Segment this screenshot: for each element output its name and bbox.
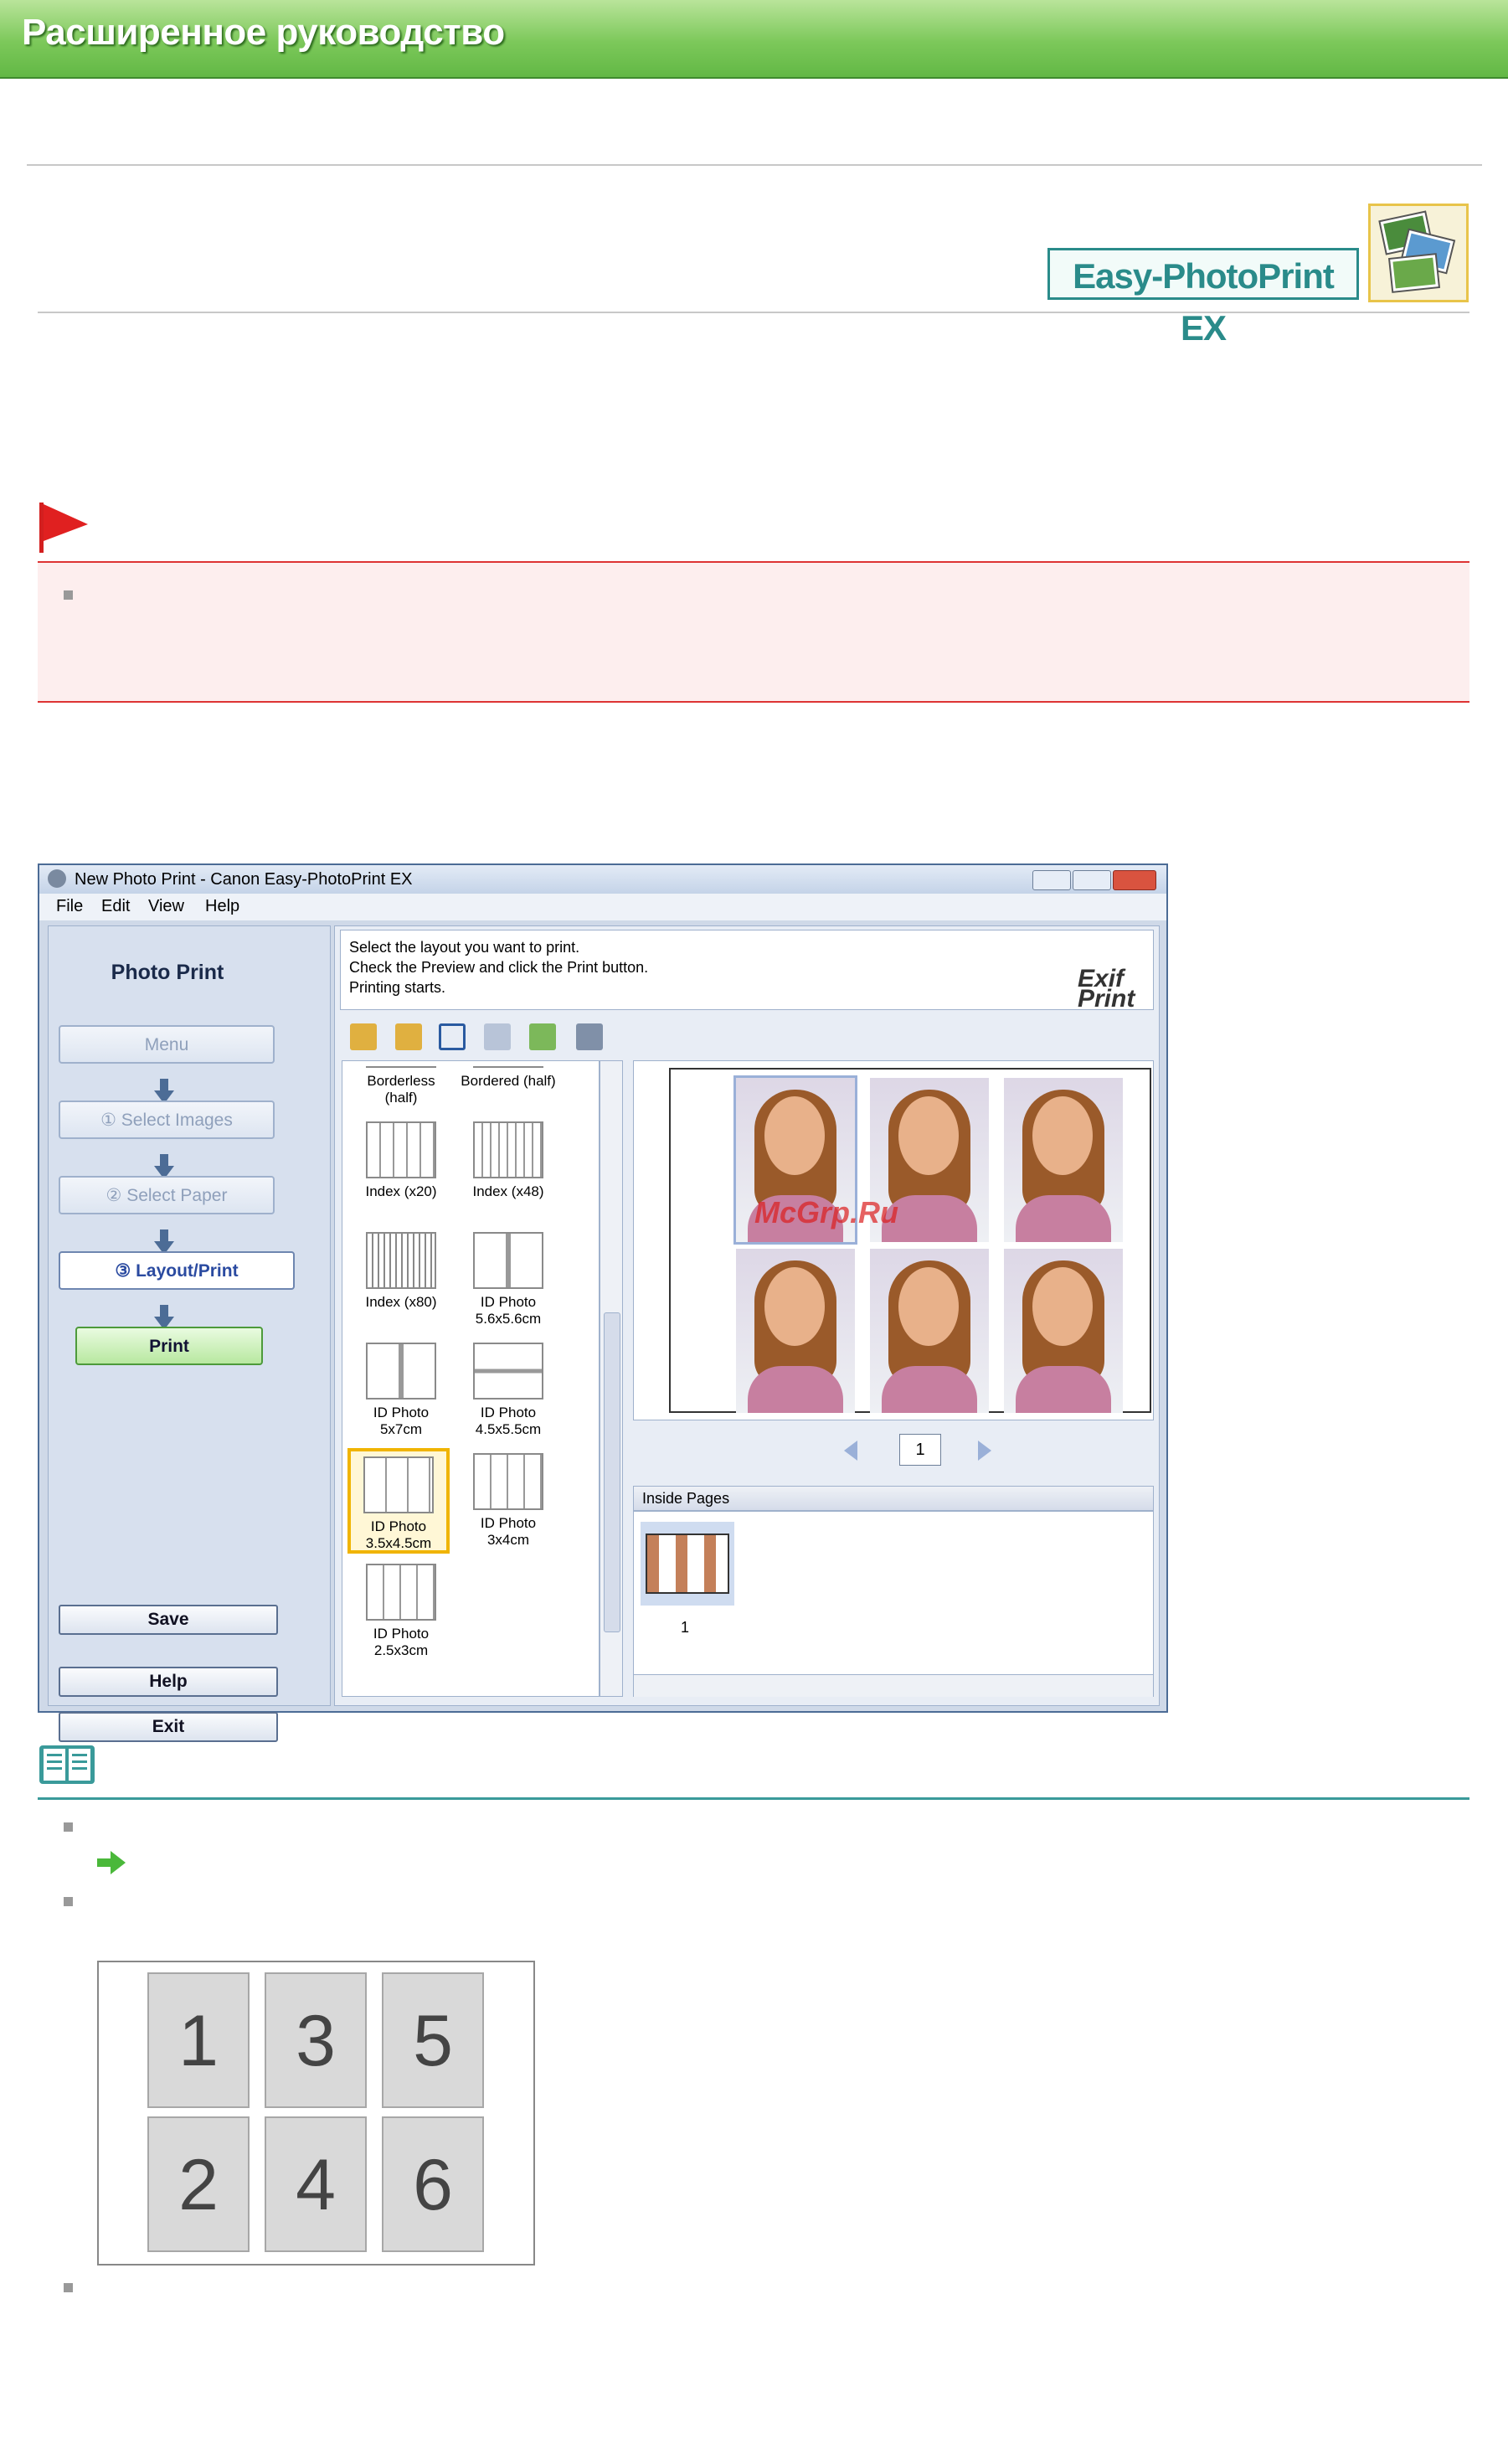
divider [38, 312, 1469, 313]
layout-list: Borderless (half) Bordered (half) Index … [342, 1060, 600, 1697]
layout-scrollbar[interactable] [600, 1060, 623, 1697]
help-button[interactable]: Help [59, 1667, 278, 1697]
step-select-images-button[interactable]: ① Select Images [59, 1101, 275, 1139]
sidebar-title: Photo Print [111, 961, 224, 984]
link-arrow-icon[interactable] [97, 1851, 126, 1879]
layout-id-5-6x5-6[interactable]: ID Photo 5.6x5.6cm [460, 1232, 557, 1333]
print-settings-icon[interactable] [576, 1023, 603, 1050]
app-icon [48, 869, 66, 888]
menu-view[interactable]: View [148, 897, 184, 916]
bullet [64, 2283, 73, 2292]
header-banner: Расширенное руководство [0, 0, 1508, 79]
step-menu-button[interactable]: Menu [59, 1025, 275, 1064]
note-book-icon [38, 1740, 96, 1791]
instruction-line: Check the Preview and click the Print bu… [349, 959, 649, 976]
order-cell: 6 [382, 2116, 484, 2252]
frame-icon[interactable] [484, 1023, 511, 1050]
instruction-line: Printing starts. [349, 979, 446, 996]
page-thumbnail[interactable] [641, 1522, 734, 1606]
toolbar [338, 1017, 1155, 1055]
order-cell: 3 [265, 1972, 367, 2108]
photo[interactable] [736, 1249, 855, 1413]
rotate-right-icon[interactable] [395, 1023, 422, 1050]
layout-index-x20[interactable]: Index (x20) [353, 1121, 450, 1222]
layout-id-3-5x4-5-selected[interactable]: ID Photo 3.5x4.5cm [347, 1448, 450, 1554]
sidebar: Photo Print Menu ① Select Images ② Selec… [48, 925, 331, 1742]
order-cell: 5 [382, 1972, 484, 2108]
caution-box [38, 561, 1469, 703]
photo[interactable] [870, 1249, 989, 1413]
close-button[interactable] [1113, 870, 1156, 890]
bullet [64, 1897, 73, 1906]
bullet [64, 590, 73, 600]
menu-file[interactable]: File [56, 897, 83, 916]
app-window: New Photo Print - Canon Easy-PhotoPrint … [38, 863, 1168, 1742]
caution-flag-icon [38, 501, 91, 559]
menu-bar: File Edit View Help [39, 894, 1166, 920]
instructions-panel: Select the layout you want to print. Che… [340, 930, 1154, 1013]
horizontal-scrollbar[interactable] [634, 1674, 1153, 1697]
rotate-left-icon[interactable] [350, 1023, 377, 1050]
menu-edit[interactable]: Edit [101, 897, 130, 916]
save-button[interactable]: Save [59, 1605, 278, 1635]
exif-print-logo: Exif Print [1078, 965, 1135, 1013]
watermark: McGrp.Ru [754, 1195, 899, 1229]
inside-pages-header: Inside Pages [633, 1486, 1154, 1511]
print-order-diagram: 1 3 5 2 4 6 [97, 1961, 535, 2266]
scrollbar-thumb[interactable] [604, 1312, 620, 1632]
layout-index-x80[interactable]: Index (x80) [353, 1232, 450, 1333]
page-number: 1 [899, 1434, 941, 1466]
step-layout-print-button[interactable]: ③ Layout/Print [59, 1251, 295, 1290]
order-cell: 2 [147, 2116, 250, 2252]
thumbnail-label: 1 [681, 1619, 690, 1636]
photo[interactable] [1004, 1249, 1123, 1413]
inside-pages-panel: 1 [633, 1511, 1154, 1697]
photo[interactable] [1004, 1078, 1123, 1242]
layout-id-4-5x5-5[interactable]: ID Photo 4.5x5.5cm [460, 1343, 557, 1443]
main-content: Select the layout you want to print. Che… [334, 925, 1160, 1706]
crop-icon[interactable] [439, 1023, 466, 1050]
layout-index-x48[interactable]: Index (x48) [460, 1121, 557, 1222]
layout-id-5x7[interactable]: ID Photo 5x7cm [353, 1343, 450, 1443]
correct-image-icon[interactable] [529, 1023, 556, 1050]
layout-id-3x4[interactable]: ID Photo 3x4cm [460, 1453, 557, 1554]
window-title: New Photo Print - Canon Easy-PhotoPrint … [75, 870, 413, 889]
page-navigator: 1 [633, 1424, 1154, 1479]
page-title: Расширенное руководство [22, 12, 505, 53]
minimize-button[interactable] [1032, 870, 1071, 890]
exit-button[interactable]: Exit [59, 1712, 278, 1742]
preview-area: McGrp.Ru [633, 1060, 1154, 1420]
bullet [64, 1822, 73, 1832]
preview-page: McGrp.Ru [669, 1068, 1151, 1413]
divider [27, 164, 1482, 166]
menu-help[interactable]: Help [205, 897, 239, 916]
photos-icon [1368, 204, 1469, 302]
window-titlebar: New Photo Print - Canon Easy-PhotoPrint … [39, 865, 1166, 894]
maximize-button[interactable] [1073, 870, 1111, 890]
print-button[interactable]: Print [75, 1327, 263, 1365]
instruction-line: Select the layout you want to print. [349, 939, 580, 956]
previous-page-icon[interactable] [844, 1441, 857, 1461]
note-divider [38, 1797, 1469, 1800]
order-cell: 1 [147, 1972, 250, 2108]
step-select-paper-button[interactable]: ② Select Paper [59, 1176, 275, 1214]
next-page-icon[interactable] [978, 1441, 991, 1461]
product-logo: Easy-PhotoPrint EX [1047, 248, 1359, 348]
layout-id-2-5x3[interactable]: ID Photo 2.5x3cm [353, 1564, 450, 1664]
order-cell: 4 [265, 2116, 367, 2252]
